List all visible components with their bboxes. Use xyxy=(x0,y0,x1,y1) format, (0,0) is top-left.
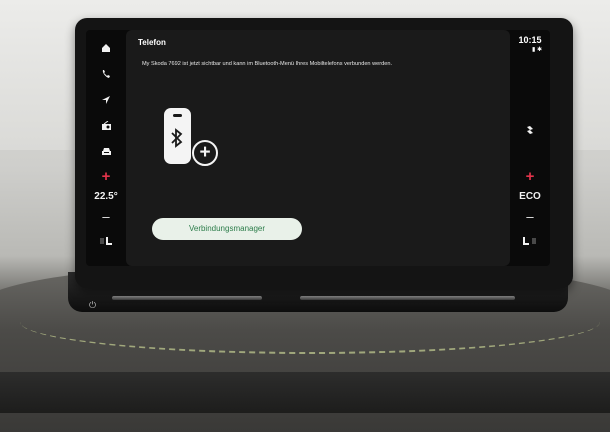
page-title: Telefon xyxy=(138,38,166,47)
temp-up-button[interactable]: + xyxy=(86,169,126,184)
temperature-readout: 22.5° xyxy=(94,191,118,202)
add-icon: + xyxy=(192,140,218,166)
right-temp-up-button[interactable]: + xyxy=(510,169,550,184)
home-icon[interactable] xyxy=(86,42,126,56)
volume-slider-right[interactable] xyxy=(300,296,515,300)
phone-notch xyxy=(173,114,182,117)
bluetooth-icon xyxy=(171,128,183,148)
power-icon[interactable]: ⏻ xyxy=(89,300,99,310)
car-icon[interactable] xyxy=(86,146,126,160)
fan-icon[interactable] xyxy=(510,124,550,138)
volume-slider-left[interactable] xyxy=(112,296,262,300)
bluetooth-message: My Skoda 7692 ist jetzt sichtbar und kan… xyxy=(142,61,392,67)
eco-mode-label[interactable]: ECO xyxy=(510,190,550,204)
connection-manager-button[interactable]: Verbindungsmanager xyxy=(152,218,302,240)
screen: + 22.5° – Telefon My Skoda 7692 ist jetz… xyxy=(86,30,550,266)
radio-icon[interactable] xyxy=(86,120,126,134)
right-seat-heat-icon[interactable] xyxy=(510,235,550,249)
right-temp-down-button[interactable]: – xyxy=(510,210,550,224)
phone-icon[interactable] xyxy=(86,68,126,82)
dashboard-lower xyxy=(0,372,610,413)
temp-down-button[interactable]: – xyxy=(86,210,126,224)
phone-app-panel: Telefon My Skoda 7692 ist jetzt sichtbar… xyxy=(126,30,510,266)
navigation-icon[interactable] xyxy=(86,94,126,108)
left-rail: + 22.5° – xyxy=(86,30,126,266)
right-rail: + ECO – xyxy=(510,30,550,266)
seat-heat-icon[interactable] xyxy=(86,235,126,249)
